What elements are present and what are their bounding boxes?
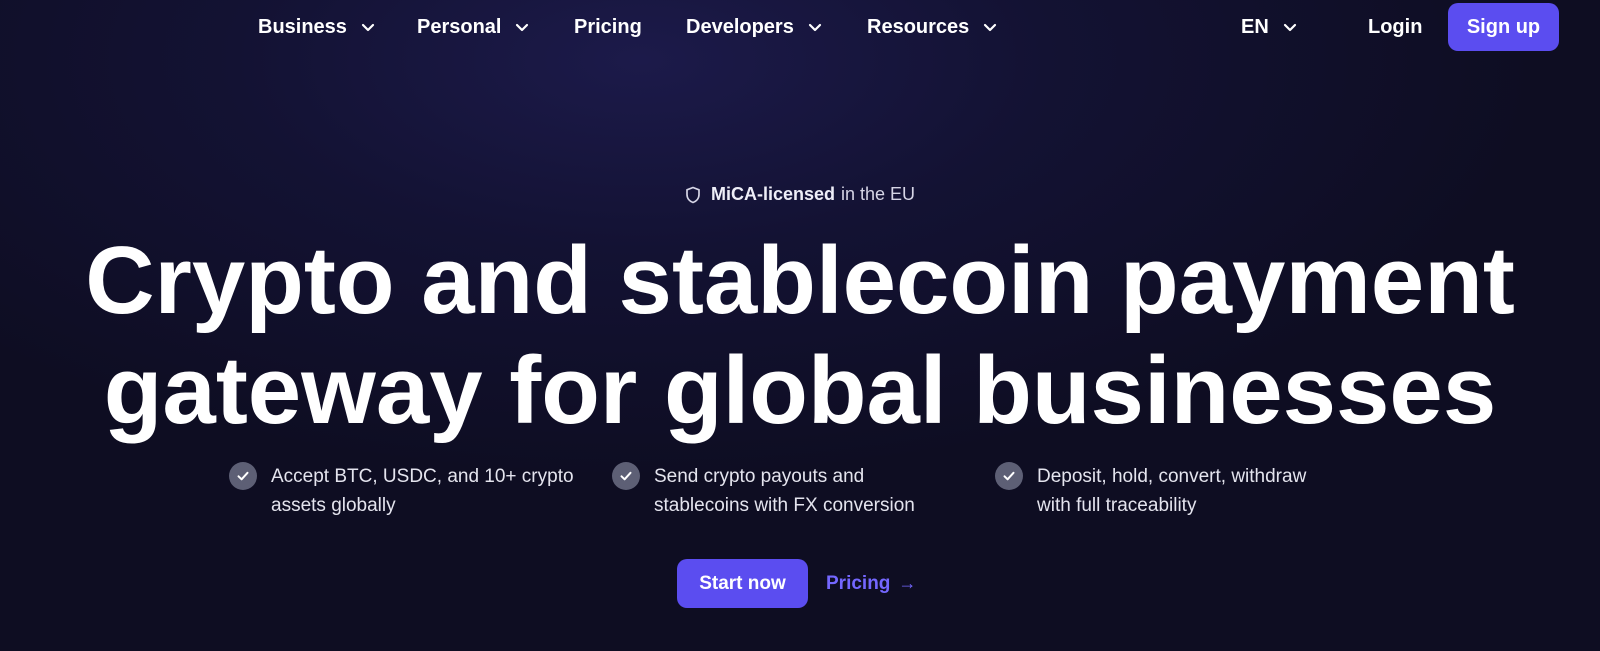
nav-pricing-label: Pricing bbox=[574, 15, 642, 38]
feature-line: Send crypto payouts and bbox=[654, 466, 865, 487]
feature-line: Accept BTC, USDC, and 10+ crypto bbox=[271, 466, 574, 487]
feature-line: Deposit, hold, convert, withdraw bbox=[1037, 466, 1307, 487]
nav-personal[interactable]: Personal bbox=[417, 0, 531, 54]
top-navigation: Business Personal Pricing Developers Res… bbox=[0, 0, 1600, 54]
nav-business[interactable]: Business bbox=[258, 0, 377, 54]
check-icon bbox=[612, 462, 640, 490]
badge-bold-text: MiCA-licensed bbox=[710, 184, 835, 204]
language-selector[interactable]: EN bbox=[1241, 0, 1299, 54]
feature-line: assets globally bbox=[271, 495, 396, 516]
nav-resources-label: Resources bbox=[867, 15, 970, 38]
feature-text: Accept BTC, USDC, and 10+ crypto assets … bbox=[271, 462, 574, 520]
chevron-down-icon bbox=[359, 18, 377, 36]
chevron-down-icon bbox=[513, 18, 531, 36]
arrow-right-icon: → bbox=[898, 573, 917, 593]
login-link[interactable]: Login bbox=[1368, 0, 1422, 54]
feature-item: Accept BTC, USDC, and 10+ crypto assets … bbox=[229, 462, 574, 520]
feature-text: Send crypto payouts and stablecoins with… bbox=[654, 462, 915, 520]
nav-business-label: Business bbox=[258, 15, 347, 38]
pricing-link-label: Pricing bbox=[826, 572, 891, 594]
check-icon bbox=[995, 462, 1023, 490]
feature-item: Deposit, hold, convert, withdraw with fu… bbox=[995, 462, 1306, 520]
nav-developers-label: Developers bbox=[686, 15, 794, 38]
nav-resources[interactable]: Resources bbox=[867, 0, 999, 54]
nav-developers[interactable]: Developers bbox=[686, 0, 824, 54]
signup-button[interactable]: Sign up bbox=[1448, 3, 1559, 51]
license-badge: MiCA-licensed in the EU bbox=[0, 184, 1600, 205]
feature-item: Send crypto payouts and stablecoins with… bbox=[612, 462, 915, 520]
shield-icon bbox=[685, 186, 701, 204]
chevron-down-icon bbox=[1281, 18, 1299, 36]
check-icon bbox=[229, 462, 257, 490]
nav-pricing[interactable]: Pricing bbox=[574, 0, 642, 54]
language-label: EN bbox=[1241, 15, 1269, 38]
badge-text: in the EU bbox=[840, 184, 916, 204]
chevron-down-icon bbox=[981, 18, 999, 36]
chevron-down-icon bbox=[806, 18, 824, 36]
pricing-link[interactable]: Pricing → bbox=[826, 559, 916, 608]
nav-personal-label: Personal bbox=[417, 15, 502, 38]
feature-line: stablecoins with FX conversion bbox=[654, 495, 915, 516]
headline-line-1: Crypto and stablecoin payment bbox=[85, 227, 1515, 334]
hero-headline: Crypto and stablecoin payment gateway fo… bbox=[0, 226, 1600, 446]
feature-line: with full traceability bbox=[1037, 495, 1197, 516]
headline-line-2: gateway for global businesses bbox=[103, 337, 1497, 444]
feature-text: Deposit, hold, convert, withdraw with fu… bbox=[1037, 462, 1306, 520]
start-now-button[interactable]: Start now bbox=[677, 559, 808, 608]
